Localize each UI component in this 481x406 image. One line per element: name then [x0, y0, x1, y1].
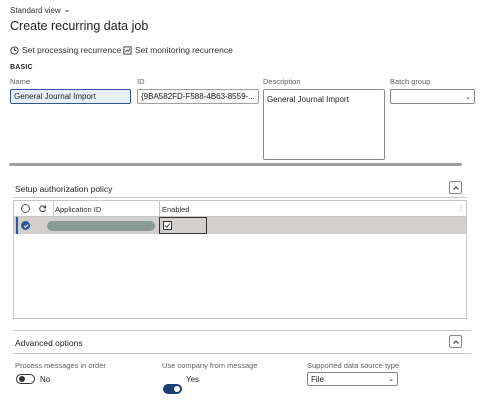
auth-policy-grid: Application ID Enabled ⋮	[13, 200, 467, 319]
column-header-application-id[interactable]: Application ID	[55, 205, 101, 214]
pane-splitter[interactable]	[9, 163, 462, 166]
name-label: Name	[10, 77, 31, 86]
section-divider	[13, 197, 467, 198]
set-monitoring-recurrence-label: Set monitoring recurrence	[135, 45, 233, 55]
name-field[interactable]: General Journal Import	[10, 89, 131, 104]
id-field[interactable]: {9BA582FD-F588-4B63-8559-...	[137, 89, 259, 104]
set-processing-recurrence-button[interactable]: Set processing recurrence	[10, 45, 121, 55]
column-options-icon[interactable]: ⋮	[457, 203, 465, 212]
data-source-type-label: Supported data source type	[307, 361, 400, 370]
section-divider	[13, 353, 471, 354]
view-label: Standard view	[10, 6, 61, 15]
page-title: Create recurring data job	[10, 19, 149, 33]
process-messages-value: No	[40, 375, 51, 384]
column-divider	[159, 201, 160, 217]
column-header-enabled[interactable]: Enabled	[162, 205, 190, 214]
checkmark-icon	[164, 223, 171, 228]
grid-header: Application ID Enabled ⋮	[14, 201, 466, 217]
advanced-options-section-title: Advanced options	[15, 338, 83, 348]
set-processing-recurrence-label: Set processing recurrence	[22, 45, 122, 55]
use-company-toggle[interactable]	[163, 384, 182, 394]
description-label: Description	[263, 77, 301, 86]
set-monitoring-recurrence-button[interactable]: Set monitoring recurrence	[123, 45, 233, 55]
row-selected-radio[interactable]	[21, 221, 30, 230]
section-divider	[13, 330, 471, 331]
batch-group-label: Batch group	[390, 77, 431, 86]
select-all-radio[interactable]	[21, 204, 30, 213]
view-selector[interactable]: Standard view ⌄	[10, 5, 71, 15]
clock-icon	[10, 45, 19, 55]
auth-policy-section-title: Setup authorization policy	[15, 184, 113, 194]
chevron-down-icon: ⌄	[465, 93, 471, 101]
id-label: ID	[137, 77, 145, 86]
row-focus-indicator	[16, 217, 18, 234]
description-field[interactable]: General Journal Import	[263, 89, 385, 160]
chevron-up-icon	[452, 185, 459, 190]
refresh-icon[interactable]	[38, 204, 47, 213]
basic-group-heading: BASIC	[10, 64, 33, 71]
toggle-knob	[174, 386, 180, 392]
monitor-icon	[123, 45, 132, 55]
process-messages-label: Process messages in order	[15, 361, 106, 370]
auth-policy-collapse-button[interactable]	[449, 181, 462, 194]
use-company-value: Yes	[186, 375, 200, 384]
column-divider	[53, 201, 54, 217]
advanced-options-collapse-button[interactable]	[449, 335, 462, 348]
enabled-cell[interactable]	[159, 217, 207, 234]
enabled-checkbox[interactable]	[163, 221, 172, 230]
toggle-knob	[19, 376, 25, 382]
chevron-up-icon	[452, 339, 459, 344]
table-row[interactable]	[14, 217, 466, 234]
process-messages-toggle[interactable]	[16, 374, 35, 384]
chevron-down-icon: ⌄	[388, 376, 394, 383]
data-source-type-select[interactable]: File ⌄	[307, 372, 398, 386]
checkmark-icon	[23, 223, 28, 228]
chevron-down-icon: ⌄	[63, 5, 71, 14]
application-id-cell[interactable]	[47, 221, 155, 231]
batch-group-select[interactable]: ⌄	[390, 89, 475, 104]
use-company-label: Use company from message	[162, 361, 258, 370]
data-source-type-value: File	[311, 374, 324, 384]
